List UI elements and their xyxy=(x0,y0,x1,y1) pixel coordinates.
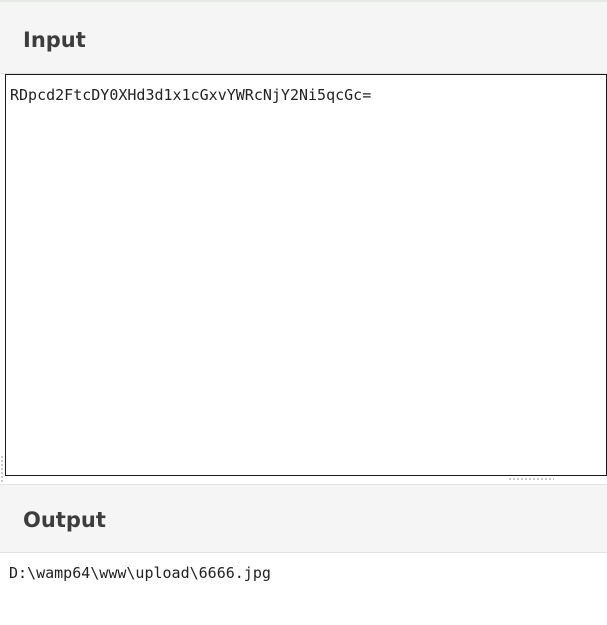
panel-resize-handle[interactable] xyxy=(508,477,554,481)
input-textarea[interactable]: RDpcd2FtcDY0XHd3d1x1cGxvYWRcNjY2Ni5qcGc= xyxy=(5,74,607,476)
input-panel-title: Input xyxy=(23,28,86,52)
page: Input RDpcd2FtcDY0XHd3d1x1cGxvYWRcNjY2Ni… xyxy=(0,0,607,625)
input-panel-header: Input xyxy=(0,2,607,74)
output-panel-header: Output xyxy=(0,484,607,553)
output-text[interactable]: D:\wamp64\www\upload\6666.jpg xyxy=(0,553,607,625)
output-panel-title: Output xyxy=(23,508,106,532)
